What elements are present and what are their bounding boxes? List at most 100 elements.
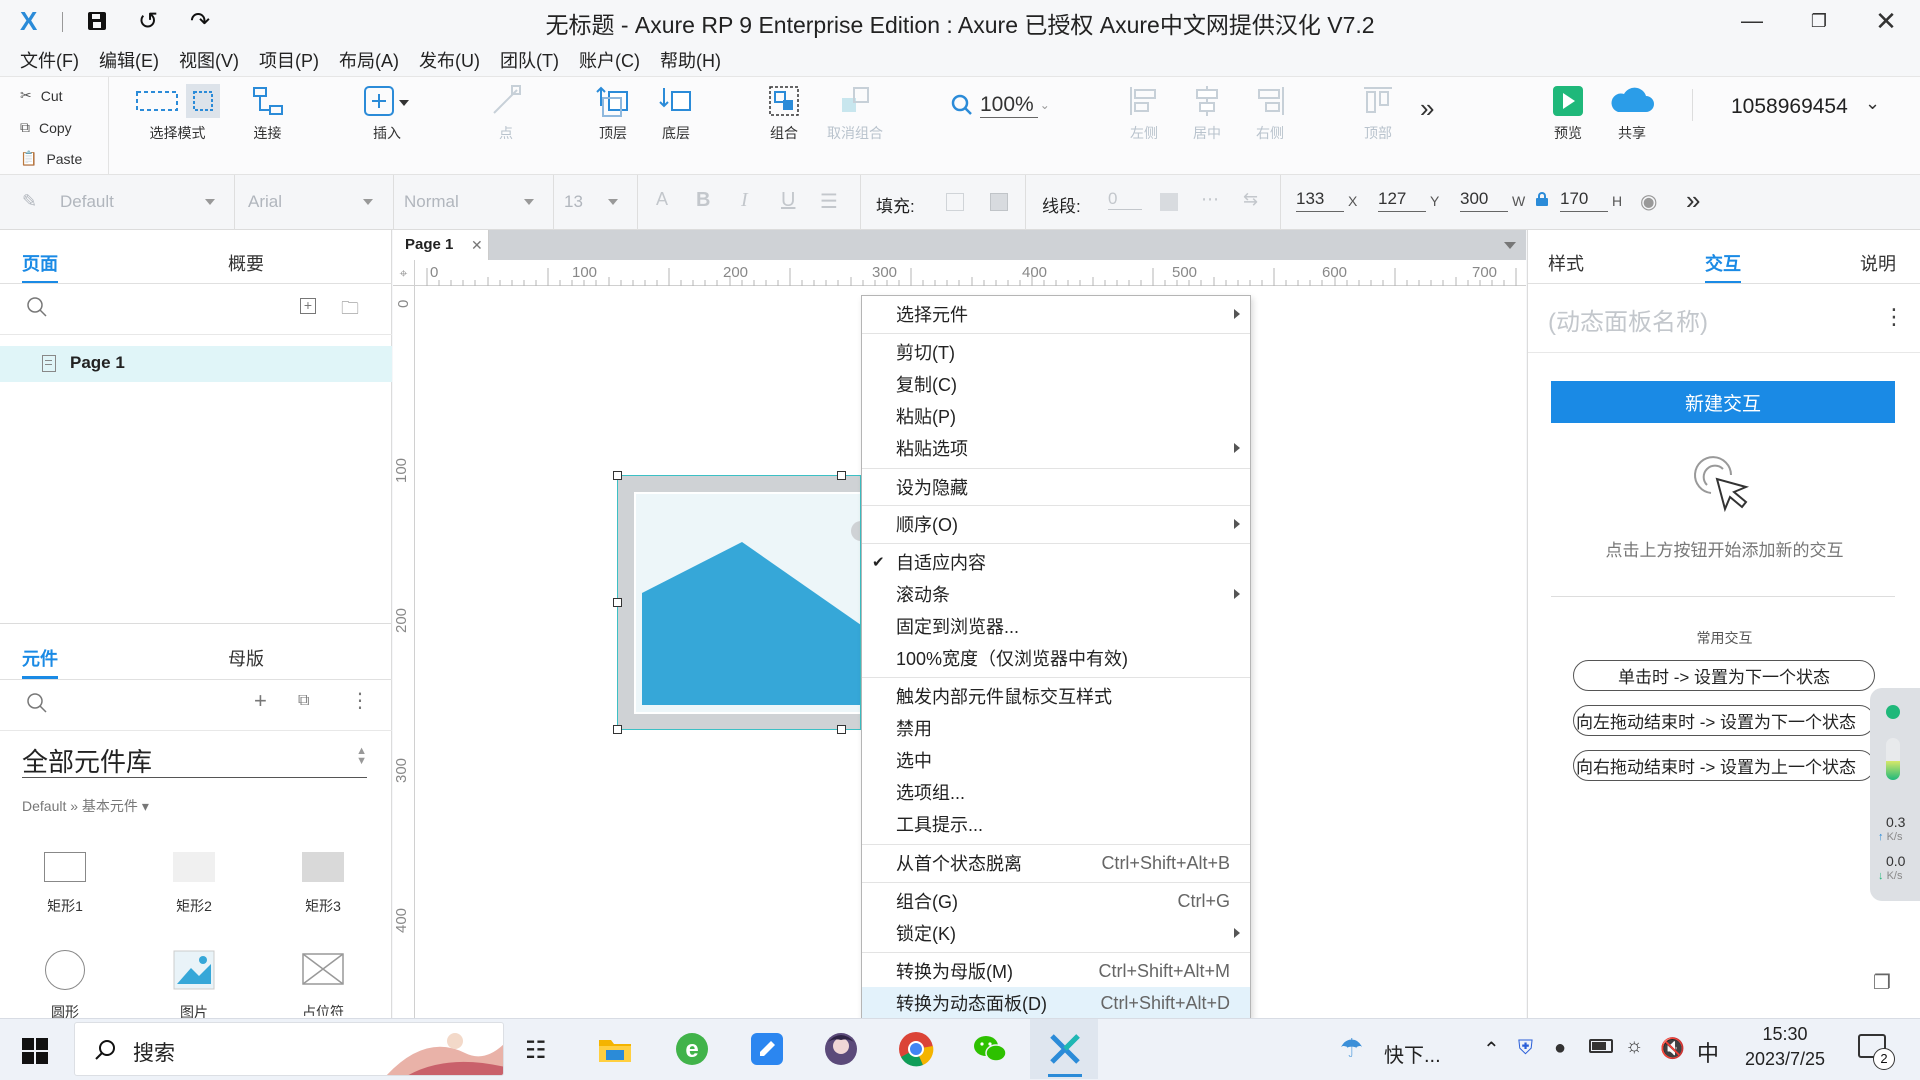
menu-arrange[interactable]: 布局(A) [339,47,399,73]
menu-item-paste[interactable]: 粘贴(P) [862,400,1250,432]
zoom-value[interactable]: 100% [980,93,1038,118]
widget-search-icon[interactable] [26,692,48,719]
bold-icon[interactable]: B [696,189,710,212]
align-top-button[interactable]: 顶部 [1358,79,1398,143]
taskbar-search[interactable]: 搜索 [74,1022,504,1076]
resize-handle[interactable] [837,471,846,480]
connect-button[interactable]: 连接 [245,79,290,143]
italic-icon[interactable]: I [741,189,748,212]
visibility-eye-icon[interactable]: ◉ [1640,189,1657,214]
font-color-icon[interactable]: A [656,189,668,210]
menu-item-copy[interactable]: 复制(C) [862,368,1250,400]
arrow-style-icon[interactable]: ⇆ [1243,189,1258,210]
menu-item-selected[interactable]: 选中 [862,744,1250,776]
insert-button[interactable]: 插入 [362,79,412,143]
windows-start-icon[interactable] [22,1038,48,1064]
resize-handle[interactable] [613,725,622,734]
widget-placeholder[interactable]: 占位符 [288,950,358,1016]
wechat-icon[interactable] [971,1030,1009,1068]
menu-item-scrollbars[interactable]: 滚动条 [862,578,1250,610]
new-interaction-button[interactable]: 新建交互 [1551,381,1895,423]
shield-icon[interactable]: ⛨ [1518,1037,1533,1060]
browser-e-icon[interactable]: e [673,1030,711,1068]
style-select[interactable]: Default [60,187,225,217]
menu-view[interactable]: 视图(V) [179,47,239,73]
share-button[interactable]: 共享 [1607,79,1657,143]
tab-outline[interactable]: 概要 [228,250,264,276]
library-path[interactable]: Default » 基本元件 ▾ [22,796,149,816]
preview-button[interactable]: 预览 [1548,79,1588,143]
account-chevron-icon[interactable]: ⌄ [1865,93,1880,114]
expand-panel-icon[interactable]: ❐ [1873,970,1891,995]
tab-widgets[interactable]: 元件 [22,645,58,679]
tab-pages[interactable]: 页面 [22,250,58,284]
align-right-button[interactable]: 右侧 [1250,79,1290,143]
tab-notes[interactable]: 说明 [1860,250,1896,276]
copy-button[interactable]: ⧉ Copy [20,119,72,136]
search-icon[interactable] [26,296,48,323]
tabs-dropdown-icon[interactable] [1504,242,1516,249]
font-size-select[interactable]: 13 [564,187,628,217]
stroke-color-icon[interactable] [1160,193,1178,211]
qq-icon[interactable]: ● [1554,1037,1566,1060]
widget-image[interactable]: 图片 [159,950,229,1022]
zoom-control[interactable]: 100% ⌄ [950,90,1050,120]
w-input[interactable]: 300 [1460,189,1508,212]
tray-chevron-icon[interactable]: ⌃ [1483,1037,1500,1062]
ime-indicator[interactable]: 中 [1697,1036,1719,1068]
mute-speaker-icon[interactable]: 🔇 [1660,1036,1685,1061]
cut-button[interactable]: ✂ Cut [20,87,63,104]
tab-interactions[interactable]: 交互 [1705,250,1741,284]
widget-rect3[interactable]: 矩形3 [288,842,358,916]
paste-button[interactable]: 📋 Paste [20,150,82,167]
menu-item-convert-to-dynamic-panel[interactable]: 转换为动态面板(D) Ctrl+Shift+Alt+D [862,987,1250,1019]
send-to-back-button[interactable]: 底层 [655,79,697,143]
align-left-button[interactable]: 左侧 [1124,79,1164,143]
anime-app-icon[interactable] [822,1030,860,1068]
menu-help[interactable]: 帮助(H) [660,47,721,73]
widget-circle[interactable]: 圆形 [30,950,100,1022]
point-button[interactable]: 点 [486,79,526,143]
library-select[interactable]: 全部元件库 ▲ ▼ [22,742,367,778]
clock[interactable]: 15:30 2023/7/25 [1735,1024,1835,1070]
menu-item-break-away[interactable]: 从首个状态脱离 Ctrl+Shift+Alt+B [862,847,1250,879]
menu-item-pin-to-browser[interactable]: 固定到浏览器... [862,610,1250,642]
group-button[interactable]: 组合 [764,79,804,143]
common-interaction-click[interactable]: 单击时 -> 设置为下一个状态 [1573,660,1875,691]
resize-handle[interactable] [613,598,622,607]
add-page-icon[interactable]: + [300,298,316,314]
format-more-icon[interactable]: » [1686,185,1700,216]
fill-color-icon[interactable] [946,193,964,211]
resize-handle[interactable] [613,471,622,480]
page-item[interactable]: Page 1 [0,346,392,382]
menu-publish[interactable]: 发布(U) [419,47,480,73]
menu-item-tooltip[interactable]: 工具提示... [862,808,1250,840]
tab-masters[interactable]: 母版 [228,645,264,671]
notes-app-icon[interactable] [748,1030,786,1068]
menu-item-hide[interactable]: 设为隐藏 [862,471,1250,503]
style-edit-icon[interactable]: ✎ [22,191,37,212]
add-folder-icon[interactable]: 🗀 [341,296,359,326]
wifi-icon[interactable]: ☼ [1625,1035,1643,1058]
menu-item-group[interactable]: 组合(G) Ctrl+G [862,885,1250,917]
minimize-icon[interactable]: — [1732,6,1772,36]
weight-select[interactable]: Normal [404,187,544,217]
fill-shadow-icon[interactable] [990,193,1008,211]
lock-icon[interactable] [1536,192,1548,206]
add-library-icon[interactable]: + [254,688,267,714]
menu-team[interactable]: 团队(T) [500,47,559,73]
close-icon[interactable]: ✕ [1866,6,1906,36]
library-copy-icon[interactable]: ⧉ [298,692,309,710]
menu-item-convert-to-master[interactable]: 转换为母版(M) Ctrl+Shift+Alt+M [862,955,1250,987]
menu-item-paste-options[interactable]: 粘贴选项 [862,432,1250,464]
widget-rect1[interactable]: 矩形1 [30,842,100,916]
menu-item-fit-content[interactable]: ✔ 自适应内容 [862,546,1250,578]
file-explorer-icon[interactable] [596,1030,634,1068]
list-icon[interactable]: ☰ [820,189,838,214]
tab-style[interactable]: 样式 [1548,250,1584,276]
menu-item-cut[interactable]: 剪切(T) [862,336,1250,368]
panel-more-icon[interactable]: ⋮ [1883,304,1905,330]
restore-icon[interactable]: ❐ [1799,6,1839,36]
menu-item-trigger-styles[interactable]: 触发内部元件鼠标交互样式 [862,680,1250,712]
ungroup-button[interactable]: 取消组合 [820,79,890,143]
